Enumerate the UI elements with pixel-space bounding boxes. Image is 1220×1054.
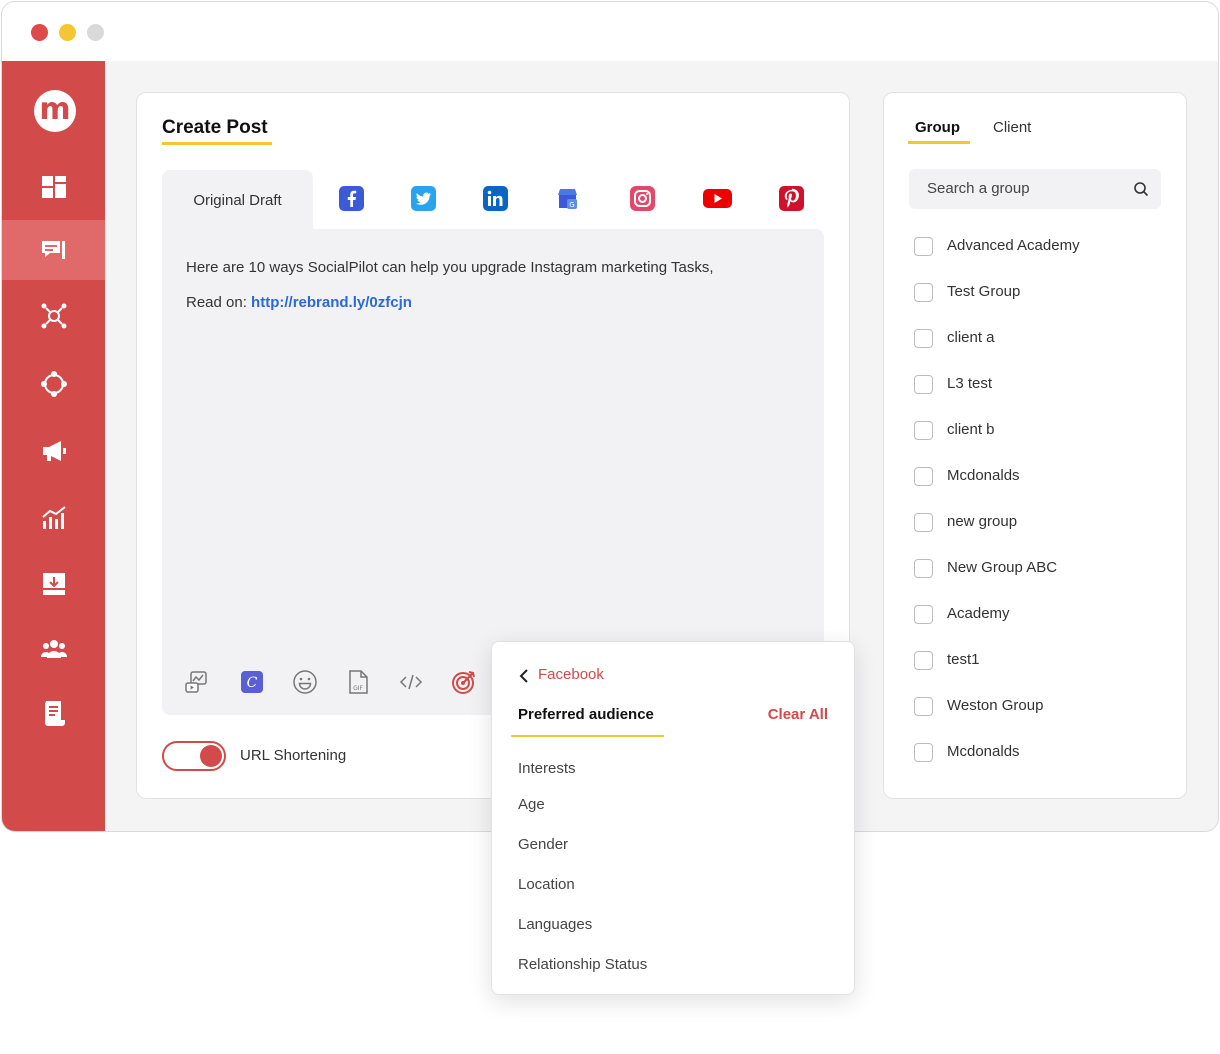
read-on-label: Read on:	[186, 294, 252, 311]
group-label: Mcdonalds	[947, 467, 1020, 484]
canva-icon[interactable]: C	[239, 669, 265, 695]
sidebar-item-inbox[interactable]	[2, 554, 105, 614]
group-label: Advanced Academy	[947, 237, 1080, 254]
sidebar: m	[2, 61, 105, 831]
app-logo[interactable]: m	[34, 90, 76, 132]
url-shortening-toggle[interactable]	[162, 741, 226, 771]
sidebar-item-connections[interactable]	[2, 286, 105, 346]
svg-text:GIF: GIF	[353, 685, 363, 692]
facebook-icon[interactable]	[339, 186, 364, 211]
tab-original-draft[interactable]: Original Draft	[162, 170, 313, 229]
group-checkbox[interactable]	[914, 559, 933, 578]
network-tabs: Original Draft G	[162, 170, 824, 229]
maximize-window-button[interactable]	[87, 24, 104, 41]
post-text-line2: Read on: http://rebrand.ly/0zfcjn	[186, 294, 412, 311]
chevron-left-icon[interactable]	[518, 668, 530, 684]
pinterest-icon[interactable]	[779, 186, 804, 211]
group-checkbox[interactable]	[914, 743, 933, 762]
group-checkbox[interactable]	[914, 375, 933, 394]
group-search-input[interactable]: Search a group	[909, 169, 1161, 209]
linkedin-icon[interactable]	[483, 186, 508, 211]
gif-icon[interactable]: GIF	[345, 669, 371, 695]
group-checkbox[interactable]	[914, 697, 933, 716]
posts-icon	[41, 241, 65, 259]
minimize-window-button[interactable]	[59, 24, 76, 41]
reports-icon	[44, 701, 65, 726]
audience-option-age[interactable]: Age	[518, 796, 545, 813]
post-link[interactable]: http://rebrand.ly/0zfcjn	[251, 294, 412, 311]
title-underline	[162, 142, 272, 145]
popup-title: Preferred audience	[518, 706, 654, 723]
group-checkbox[interactable]	[914, 651, 933, 670]
connections-icon	[41, 303, 66, 329]
group-checkbox[interactable]	[914, 329, 933, 348]
audience-option-gender[interactable]: Gender	[518, 836, 568, 853]
team-icon	[40, 640, 67, 658]
tab-underline	[908, 141, 970, 144]
group-label: test1	[947, 651, 980, 668]
group-checkbox[interactable]	[914, 421, 933, 440]
url-shortening-label: URL Shortening	[240, 747, 347, 764]
tab-client[interactable]: Client	[993, 119, 1031, 136]
group-label: Mcdonalds	[947, 743, 1020, 760]
group-label: Test Group	[947, 283, 1021, 300]
svg-text:G: G	[569, 201, 574, 209]
media-icon[interactable]	[184, 669, 210, 695]
svg-text:C: C	[247, 675, 258, 691]
workflow-icon	[40, 371, 67, 397]
close-window-button[interactable]	[31, 24, 48, 41]
back-to-facebook-link[interactable]: Facebook	[538, 666, 604, 683]
sidebar-item-reports[interactable]	[2, 683, 105, 743]
group-checkbox[interactable]	[914, 237, 933, 256]
sidebar-item-dashboard[interactable]	[2, 157, 105, 217]
target-icon[interactable]	[451, 669, 477, 695]
group-checkbox[interactable]	[914, 605, 933, 624]
audience-option-location[interactable]: Location	[518, 876, 575, 893]
twitter-icon[interactable]	[411, 186, 436, 211]
title-bar	[2, 2, 1218, 61]
page-title: Create Post	[162, 117, 268, 138]
clear-all-button[interactable]: Clear All	[768, 706, 828, 723]
group-checkbox[interactable]	[914, 283, 933, 302]
group-label: client a	[947, 329, 995, 346]
sidebar-item-analytics[interactable]	[2, 488, 105, 548]
preferred-audience-popup: Facebook Preferred audience Clear All In…	[491, 641, 855, 995]
sidebar-item-posts[interactable]	[2, 220, 105, 280]
youtube-icon[interactable]	[703, 186, 732, 211]
sidebar-item-team[interactable]	[2, 619, 105, 679]
toggle-knob	[200, 745, 222, 767]
emoji-icon[interactable]	[292, 669, 318, 695]
google-business-icon[interactable]: G	[555, 186, 580, 211]
tab-group[interactable]: Group	[915, 119, 960, 136]
group-selector-card: Group Client Search a group Advanced Aca…	[883, 92, 1187, 799]
sidebar-item-campaigns[interactable]	[2, 421, 105, 481]
code-icon[interactable]	[398, 669, 424, 695]
megaphone-icon	[42, 441, 66, 461]
popup-title-underline	[511, 735, 664, 737]
sidebar-item-workflow[interactable]	[2, 354, 105, 414]
search-icon[interactable]	[1133, 181, 1149, 197]
group-label: client b	[947, 421, 995, 438]
instagram-icon[interactable]	[630, 186, 655, 211]
group-label: Academy	[947, 605, 1010, 622]
audience-option-languages[interactable]: Languages	[518, 916, 592, 933]
audience-option-interests[interactable]: Interests	[518, 760, 576, 777]
search-placeholder: Search a group	[927, 180, 1030, 197]
analytics-icon	[41, 506, 66, 529]
group-checkbox[interactable]	[914, 467, 933, 486]
group-checkbox[interactable]	[914, 513, 933, 532]
group-label: New Group ABC	[947, 559, 1058, 576]
dashboard-icon	[41, 176, 66, 198]
group-label: L3 test	[947, 375, 993, 392]
audience-option-relationship-status[interactable]: Relationship Status	[518, 956, 647, 973]
group-label: new group	[947, 513, 1018, 530]
group-label: Weston Group	[947, 697, 1044, 714]
post-text-line1: Here are 10 ways SocialPilot can help yo…	[186, 259, 714, 276]
inbox-icon	[42, 573, 65, 595]
